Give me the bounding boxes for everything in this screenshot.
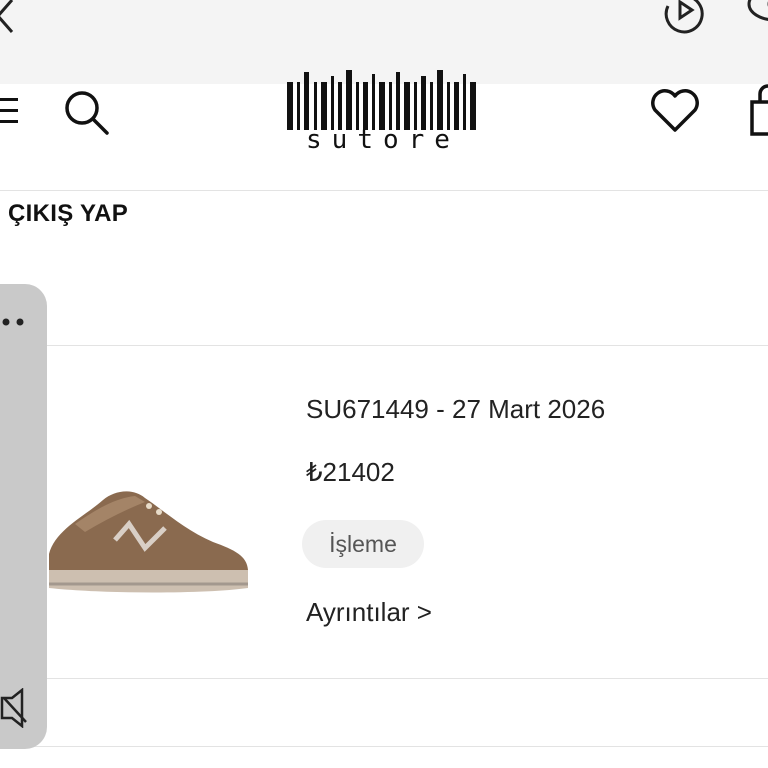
status-badge: İşleme bbox=[302, 520, 424, 568]
order-price: ₺21402 bbox=[306, 457, 395, 487]
brand-logo[interactable]: sutore bbox=[283, 66, 483, 156]
search-icon[interactable] bbox=[62, 88, 112, 143]
more-dots-icon[interactable] bbox=[0, 312, 34, 335]
floating-side-panel[interactable] bbox=[0, 284, 47, 749]
logout-link[interactable]: ÇIKIŞ YAP bbox=[8, 200, 128, 228]
bottom-divider bbox=[0, 746, 768, 747]
back-chevron-icon[interactable] bbox=[0, 0, 20, 39]
collapse-icon[interactable] bbox=[0, 687, 32, 733]
product-image[interactable] bbox=[45, 480, 250, 600]
order-divider bbox=[0, 678, 768, 679]
order-id-date: SU671449 - 27 Mart 2026 bbox=[306, 394, 606, 424]
shopping-bag-icon[interactable] bbox=[748, 84, 768, 145]
heart-icon[interactable] bbox=[649, 88, 701, 139]
details-link[interactable]: Ayrıntılar > bbox=[306, 597, 432, 628]
eye-icon[interactable] bbox=[745, 0, 768, 41]
section-divider bbox=[0, 345, 768, 346]
brand-logo-text: sutore bbox=[306, 125, 460, 155]
header-divider bbox=[0, 190, 768, 191]
rotate-play-icon[interactable] bbox=[660, 0, 710, 41]
barcode-graphic bbox=[287, 70, 476, 130]
hamburger-menu-icon[interactable] bbox=[0, 96, 22, 131]
